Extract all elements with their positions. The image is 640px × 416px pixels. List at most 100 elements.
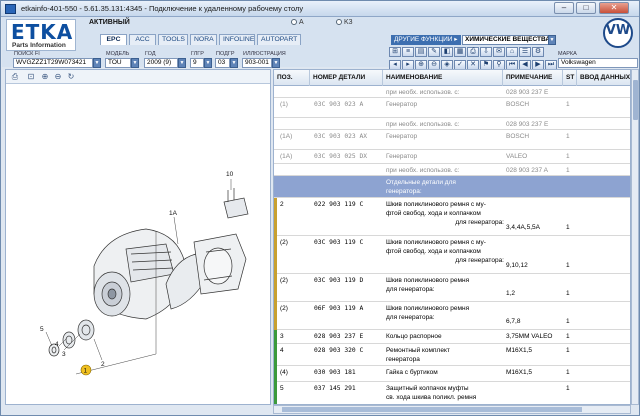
close-button[interactable]: ✕ [599,2,629,14]
col-pos[interactable]: ПОЗ. [274,70,310,86]
table-row[interactable]: 5 037 145 291 Защитный колпачок муфты св. х… [274,382,630,404]
row-st: 1 [566,133,570,140]
group-field[interactable]: 9 [190,58,204,68]
subgroup-dropdown-icon[interactable]: ▼ [230,58,238,68]
toolbar-button-3[interactable]: ▤ [415,47,427,57]
col-part-number[interactable]: НОМЕР ДЕТАЛИ [310,70,383,86]
row-name: Шкив поликлинового ремня для генератора: [386,276,504,294]
tab-nora[interactable]: NORA [190,34,217,45]
table-row[interactable]: Отдельные детали для генератора: [274,176,630,198]
horizontal-scrollbar[interactable] [273,405,631,414]
callout-5[interactable]: 5 [40,326,44,333]
row-name-line: генератора: [386,188,422,195]
brand-field[interactable]: Volkswagen [558,58,638,68]
status-label: АКТИВНЫЙ [89,19,130,26]
tab-epc[interactable]: EPC [100,34,127,45]
toolbar-button-2[interactable]: ≡ [402,47,414,57]
window-title: etkainfo-401-550 - 5.61.35.131:4345 - По… [21,4,304,13]
row-st: 1 [566,101,570,108]
toolbar-button-10[interactable]: ⌂ [506,47,518,57]
col-input[interactable]: ВВОД ДАННЫХ [577,70,630,86]
tab-tools[interactable]: TOOLS [158,34,188,45]
row-name: Защитный колпачок муфты св. хода шкива по… [386,384,504,402]
table-row[interactable]: (2) 06F 903 119 A Шкив поликлинового ремня… [274,302,630,330]
radio-k3-label: K3 [344,19,353,26]
chemicals-dropdown-icon[interactable]: ▼ [548,35,556,45]
toolbar-button-8[interactable]: ⇩ [480,47,492,57]
model-dropdown-icon[interactable]: ▼ [131,58,139,68]
callout-1a[interactable]: 1A [169,210,178,217]
row-note: BOSCH [506,133,530,140]
subgroup-field[interactable]: 03 [215,58,230,68]
table-row[interactable]: 3 028 903 237 E Кольцо распорное 3,75MM VAL… [274,330,630,344]
row-name-line: фтой свобод. хода и колпачком [386,210,481,217]
col-st[interactable]: ST [563,70,577,86]
group-dropdown-icon[interactable]: ▼ [204,58,212,68]
chemicals-select[interactable]: ХИМИЧЕСКИЕ ВЕЩЕСТВА [462,35,552,45]
toolbar-button-12[interactable]: ⚙ [532,47,544,57]
radio-a[interactable]: A [291,19,304,26]
alternator-diagram[interactable]: 10 5 4 3 2 1A 1 [6,84,270,404]
vin-dropdown-icon[interactable]: ▼ [93,58,101,68]
row-name-line: Защитный колпачок муфты [386,385,469,392]
toolbar-button-5[interactable]: ◧ [441,47,453,57]
app-icon [5,4,16,14]
table-row[interactable]: (1A) 03C 903 023 AX Генератор BOSCH 1 [274,130,630,150]
print-icon[interactable]: ⎙ [10,72,20,82]
toolbar-button-1[interactable]: ⊞ [389,47,401,57]
year-dropdown-icon[interactable]: ▼ [178,58,186,68]
tab-acc[interactable]: ACC [129,34,156,45]
vin-field[interactable]: WVGZZZ1T29W073421 [13,58,93,68]
row-pos: (1A) [280,133,293,140]
tab-infoline[interactable]: INFOLINE [219,34,255,45]
zoom-in-icon[interactable]: ⊕ [40,72,50,82]
row-st: 1 [566,290,570,297]
callout-1[interactable]: 1 [84,368,88,375]
illustration-dropdown-icon[interactable]: ▼ [272,58,280,68]
table-row[interactable]: (4) 030 903 181 Гайка с буртиком M16X1,5 1 [274,366,630,382]
toolbar-button-4[interactable]: ✎ [428,47,440,57]
row-note: M16X1,5 [506,369,533,376]
row-part-number: 03C 903 023 AX [314,133,368,140]
col-name[interactable]: НАИМЕНОВАНИЕ [383,70,503,86]
vertical-scrollbar[interactable] [631,69,639,405]
table-row[interactable]: при необх. использов. с: 028 903 237 E [274,118,630,130]
row-part-number: 028 903 237 E [314,333,364,340]
table-row[interactable]: (2) 03C 903 119 D Шкив поликлинового ремня… [274,274,630,302]
zoom-out-icon[interactable]: ⊖ [53,72,63,82]
vertical-scroll-thumb[interactable] [633,80,638,120]
toolbar-button-11[interactable]: ☰ [519,47,531,57]
toolbar-button-7[interactable]: ⎙ [467,47,479,57]
callout-2[interactable]: 2 [101,361,105,368]
row-pos: (1) [280,101,288,108]
maximize-button[interactable]: □ [576,2,596,14]
table-row[interactable]: (2) 03C 903 119 C Шкив поликлинового ремня… [274,236,630,274]
table-row[interactable]: 4 028 903 320 C Ремонтный комплект генерато… [274,344,630,366]
table-row[interactable]: при необх. использов. с: 028 903 237 E [274,86,630,98]
row-note: 1,2 [506,290,516,297]
toolbar-button-9[interactable]: ✉ [493,47,505,57]
zoom-fit-icon[interactable]: ⊡ [26,72,36,82]
row-st: 1 [566,318,570,325]
minimize-button[interactable]: – [554,2,574,14]
col-note[interactable]: ПРИМЕЧАНИЕ [503,70,563,86]
callout-10[interactable]: 10 [226,171,234,178]
rotate-icon[interactable]: ↻ [66,72,76,82]
row-name: Шкив поликлинового ремня для генератора: [386,304,504,322]
callout-4[interactable]: 4 [55,341,59,348]
table-row[interactable]: при необх. использов. с: 028 903 237 A 1 [274,164,630,176]
table-row[interactable]: 2 022 903 119 C Шкив поликлинового ремня с… [274,198,630,236]
horizontal-scroll-thumb[interactable] [282,407,582,412]
row-name: Генератор [386,100,504,109]
radio-k3[interactable]: K3 [336,19,353,26]
row-name: при необх. использов. с: [386,88,504,97]
toolbar-button-6[interactable]: ▦ [454,47,466,57]
model-field[interactable]: TOU [105,58,131,68]
tab-autopart[interactable]: AUTOPART [257,34,301,45]
callout-3[interactable]: 3 [62,351,66,358]
other-functions-button[interactable]: ДРУГИЕ ФУНКЦИИ ▸ [391,35,461,45]
table-row[interactable]: (1) 03C 903 023 A Генератор BOSCH 1 [274,98,630,118]
table-row[interactable]: (1A) 03C 903 025 DX Генератор VALEO 1 [274,150,630,164]
illustration-field[interactable]: 903-001 [242,58,272,68]
year-field[interactable]: 2009 (9) [144,58,178,68]
